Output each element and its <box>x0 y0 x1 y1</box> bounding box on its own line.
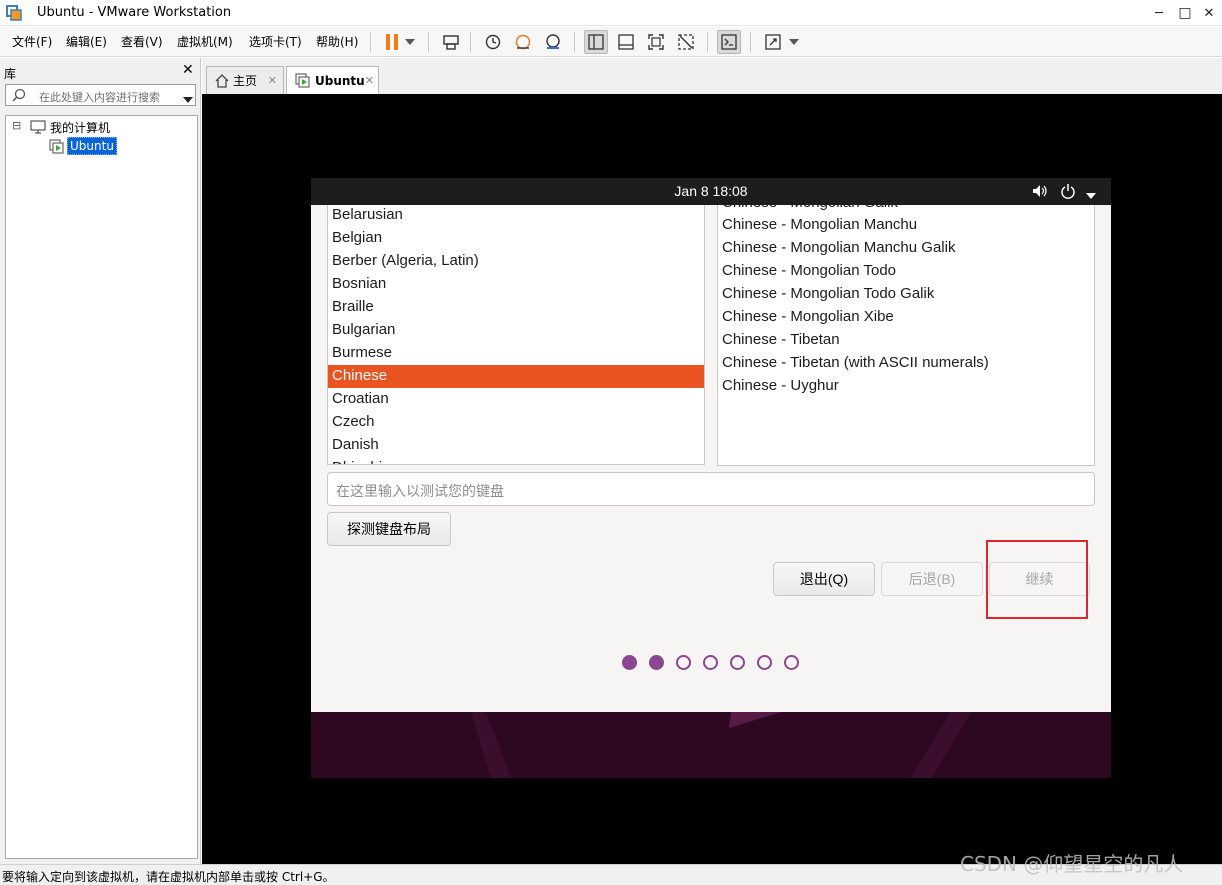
menu-vm[interactable]: 虚拟机(M) <box>177 33 233 50</box>
vm-icon <box>49 139 65 157</box>
layout-item[interactable]: Danish <box>328 434 379 457</box>
tab-home-close-icon[interactable]: ✕ <box>268 74 277 87</box>
pause-icon[interactable] <box>380 30 404 54</box>
title-bar: Ubuntu - VMware Workstation ─ □ ✕ <box>0 0 1222 26</box>
power-icon[interactable] <box>1060 183 1076 202</box>
full-screen-icon[interactable] <box>644 30 668 54</box>
progress-dot <box>730 655 745 670</box>
stretch-guest-icon[interactable] <box>761 30 785 54</box>
layout-item[interactable]: Belarusian <box>328 205 403 227</box>
back-button[interactable]: 后退(B) <box>881 562 983 596</box>
variant-item[interactable]: Chinese - Tibetan (with ASCII numerals) <box>718 352 989 375</box>
keyboard-test-placeholder: 在这里输入以测试您的键盘 <box>336 483 504 499</box>
snapshot-manager-icon[interactable] <box>541 30 565 54</box>
tab-home-label: 主页 <box>233 74 258 88</box>
menu-file[interactable]: 文件(F) <box>12 33 52 50</box>
search-dropdown-icon[interactable] <box>183 92 193 106</box>
layout-item[interactable]: Braille <box>328 296 374 319</box>
keyboard-test-input[interactable]: 在这里输入以测试您的键盘 <box>327 472 1095 506</box>
menu-view[interactable]: 查看(V) <box>121 33 163 50</box>
ubuntu-clock[interactable]: Jan 8 18:08 <box>311 183 1111 199</box>
status-text: 要将输入定向到该虚拟机，请在虚拟机内部单击或按 Ctrl+G。 <box>2 870 335 884</box>
layout-item[interactable]: Czech <box>328 411 375 434</box>
pause-dropdown-icon[interactable] <box>402 30 418 54</box>
layout-item[interactable]: Bulgarian <box>328 319 395 342</box>
close-window-button[interactable]: ✕ <box>1196 0 1222 26</box>
layout-item[interactable]: Burmese <box>328 342 392 365</box>
layout-item[interactable]: Belgian <box>328 227 382 250</box>
show-library-icon[interactable] <box>584 30 608 54</box>
layout-item[interactable]: Bosnian <box>328 273 386 296</box>
progress-dot <box>784 655 799 670</box>
toolbar-separator <box>574 32 575 52</box>
menu-toolbar: 文件(F) 编辑(E) 查看(V) 虚拟机(M) 选项卡(T) 帮助(H) <box>0 27 1222 57</box>
tab-home[interactable]: 主页 ✕ <box>206 66 284 94</box>
tree-item-my-computer[interactable]: 我的计算机 <box>50 119 110 136</box>
snapshot-icon[interactable] <box>481 30 505 54</box>
stretch-dropdown-icon[interactable] <box>786 30 802 54</box>
progress-dot <box>757 655 772 670</box>
minimize-button[interactable]: ─ <box>1146 0 1172 26</box>
vm-icon <box>295 73 311 88</box>
variant-item[interactable]: Chinese - Mongolian Manchu Galik <box>718 237 955 260</box>
layout-item[interactable]: Dhivehi <box>328 457 382 464</box>
quit-button[interactable]: 退出(Q) <box>773 562 875 596</box>
layout-item-selected[interactable]: Chinese <box>328 365 704 388</box>
revert-snapshot-icon[interactable] <box>511 30 535 54</box>
toolbar-separator <box>370 32 371 52</box>
variant-item[interactable]: Chinese - Mongolian Xibe <box>718 306 894 329</box>
watermark: CSDN @仰望星空的凡人 <box>960 852 1184 876</box>
volume-icon[interactable] <box>1032 184 1048 201</box>
menu-tabs[interactable]: 选项卡(T) <box>249 33 302 50</box>
home-icon <box>215 73 229 88</box>
keyboard-layout-list[interactable]: Belarusian Belgian Berber (Algeria, Lati… <box>327 205 705 465</box>
search-icon <box>12 88 26 105</box>
progress-dot-current <box>649 655 664 670</box>
variant-item[interactable]: Chinese - Mongolian Todo <box>718 260 896 283</box>
tab-ubuntu-close-icon[interactable]: ✕ <box>365 74 374 87</box>
tree-expander-icon[interactable]: ⊟ <box>12 119 21 132</box>
variant-item[interactable]: Chinese - Uyghur <box>718 375 839 398</box>
highlight-box <box>986 540 1088 619</box>
variant-item[interactable]: Chinese - Tibetan <box>718 329 840 352</box>
keyboard-variant-list[interactable]: Chinese - Mongolian Galik Chinese - Mong… <box>717 205 1095 466</box>
layout-item[interactable]: Berber (Algeria, Latin) <box>328 250 479 273</box>
search-placeholder: 在此处键入内容进行搜索 <box>39 91 160 104</box>
computer-icon <box>30 120 46 137</box>
thumbnail-bar-icon[interactable] <box>614 30 638 54</box>
window-title: Ubuntu - VMware Workstation <box>37 5 232 20</box>
toolbar-separator <box>750 32 751 52</box>
progress-dot <box>676 655 691 670</box>
ubuntu-wallpaper <box>311 712 1111 778</box>
library-title: 库 <box>4 67 17 81</box>
toolbar-separator <box>470 32 471 52</box>
toolbar-separator <box>428 32 429 52</box>
ubuntu-installer-window: Belarusian Belgian Berber (Algeria, Lati… <box>311 205 1111 712</box>
detect-keyboard-layout-button[interactable]: 探测键盘布局 <box>327 512 451 546</box>
ubuntu-top-bar: Jan 8 18:08 <box>311 178 1111 205</box>
menu-edit[interactable]: 编辑(E) <box>66 33 107 50</box>
library-close-button[interactable]: ✕ <box>182 62 194 78</box>
progress-dot <box>703 655 718 670</box>
send-ctrl-alt-del-icon[interactable] <box>439 30 463 54</box>
tab-ubuntu-label: Ubuntu <box>315 73 365 88</box>
library-panel: 库 ✕ 在此处键入内容进行搜索 ⊟ 我的计算机 Ubuntu <box>0 58 201 864</box>
console-view-icon[interactable] <box>717 30 741 54</box>
tab-ubuntu[interactable]: Ubuntu ✕ <box>286 66 379 94</box>
toolbar-separator <box>707 32 708 52</box>
menu-help[interactable]: 帮助(H) <box>316 33 358 50</box>
maximize-button[interactable]: □ <box>1172 0 1198 26</box>
vmware-app-icon <box>6 5 22 21</box>
tab-strip: 主页 ✕ Ubuntu ✕ <box>202 58 1222 94</box>
tree-item-ubuntu[interactable]: Ubuntu <box>67 137 117 155</box>
progress-dot-complete <box>622 655 637 670</box>
variant-item[interactable]: Chinese - Mongolian Todo Galik <box>718 283 934 306</box>
library-tree: ⊟ 我的计算机 Ubuntu <box>5 115 198 859</box>
layout-item[interactable]: Croatian <box>328 388 389 411</box>
system-menu-dropdown-icon[interactable] <box>1086 188 1096 202</box>
library-search-input[interactable]: 在此处键入内容进行搜索 <box>5 84 196 106</box>
unity-mode-icon[interactable] <box>674 30 698 54</box>
variant-item[interactable]: Chinese - Mongolian Manchu <box>718 214 917 237</box>
